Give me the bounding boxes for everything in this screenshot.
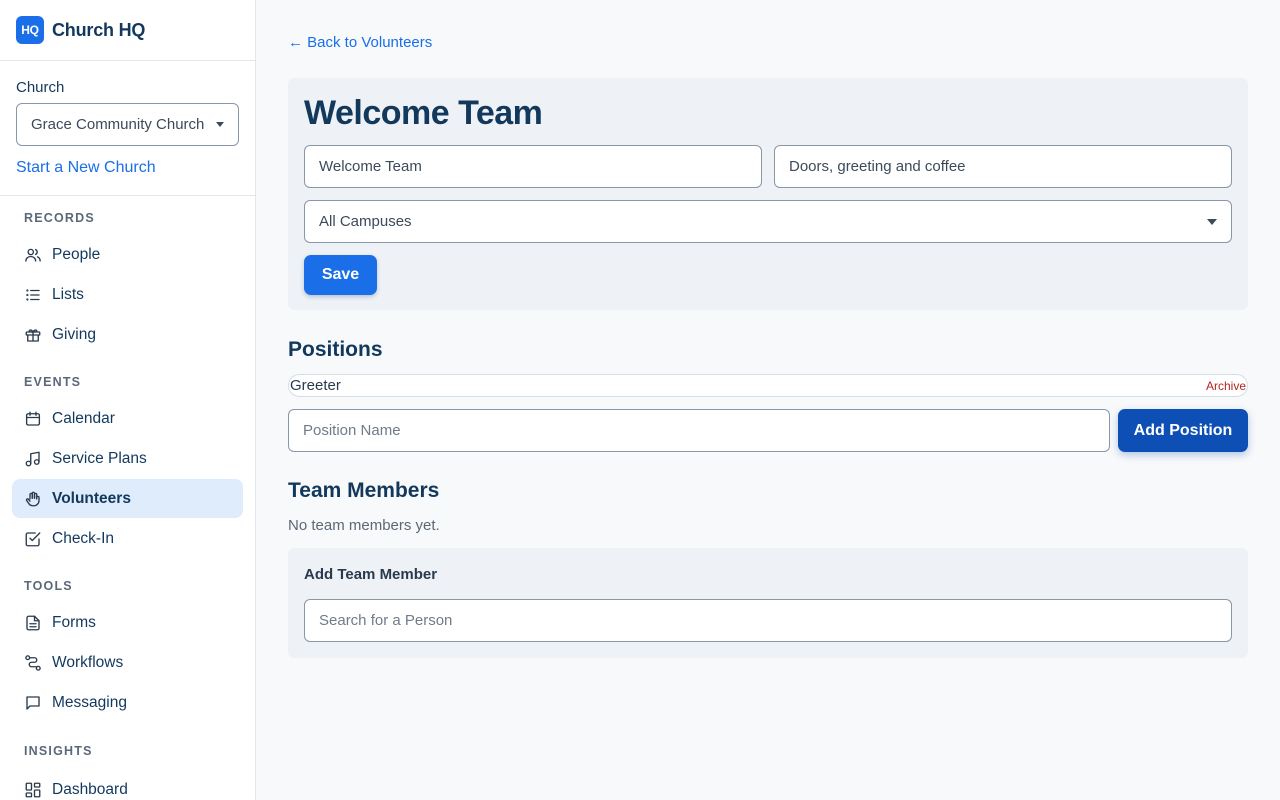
add-position-button[interactable]: Add Position [1118, 409, 1248, 452]
list-icon [24, 286, 42, 304]
back-to-volunteers-link[interactable]: ← Back to Volunteers [288, 34, 432, 51]
team-members-empty-text: No team members yet. [288, 517, 440, 534]
start-new-church-link[interactable]: Start a New Church [16, 159, 239, 177]
team-description-input[interactable]: Doors, greeting and coffee [774, 145, 1232, 188]
document-icon [24, 614, 42, 632]
main-content: ← Back to Volunteers Welcome Team Welcom… [288, 0, 1248, 800]
brand: HQ Church HQ [0, 0, 255, 61]
brand-logo: HQ [16, 16, 44, 44]
sidebar-item-label: Service Plans [52, 449, 147, 467]
positions-heading: Positions [288, 338, 383, 361]
sidebar-item-forms[interactable]: Forms [12, 603, 243, 642]
church-select[interactable]: Grace Community Church [16, 103, 239, 146]
gift-icon [24, 326, 42, 344]
person-search-input[interactable]: Search for a Person [304, 599, 1232, 642]
sidebar-item-label: Lists [52, 285, 84, 303]
sidebar-item-label: People [52, 245, 101, 263]
sidebar-nav: RECORDS People Lists Giving EVENTS Calen… [0, 210, 255, 800]
chevron-down-icon [1207, 219, 1217, 225]
position-name: Greeter [290, 377, 341, 394]
archive-position-link[interactable]: Archive [1206, 379, 1246, 393]
campus-select[interactable]: All Campuses [304, 200, 1232, 243]
calendar-icon [24, 410, 42, 428]
sidebar-item-volunteers[interactable]: Volunteers [12, 479, 243, 518]
position-name-input[interactable]: Position Name [288, 409, 1110, 452]
sidebar-item-label: Forms [52, 613, 96, 631]
team-members-heading: Team Members [288, 479, 440, 502]
save-button[interactable]: Save [304, 255, 377, 295]
position-row: Greeter Archive [288, 374, 1248, 397]
sidebar-item-workflows[interactable]: Workflows [12, 643, 243, 682]
message-icon [24, 694, 42, 712]
workflow-icon [24, 654, 42, 672]
sidebar-item-calendar[interactable]: Calendar [12, 399, 243, 438]
sidebar-item-giving[interactable]: Giving [12, 315, 243, 354]
sidebar-item-people[interactable]: People [12, 235, 243, 274]
team-name-input[interactable]: Welcome Team [304, 145, 762, 188]
check-square-icon [24, 530, 42, 548]
nav-heading-events: EVENTS [24, 375, 82, 389]
nav-heading-tools: TOOLS [24, 579, 73, 593]
sidebar-item-check-in[interactable]: Check-In [12, 519, 243, 558]
hand-icon [24, 490, 42, 508]
campus-select-value: All Campuses [319, 213, 412, 230]
music-note-icon [24, 450, 42, 468]
sidebar-item-label: Calendar [52, 409, 115, 427]
sidebar-item-label: Workflows [52, 653, 124, 671]
nav-heading-insights: INSIGHTS [24, 744, 93, 758]
chevron-down-icon [216, 122, 224, 127]
people-icon [24, 246, 42, 264]
team-edit-card: Welcome Team Welcome Team Doors, greetin… [288, 78, 1248, 310]
sidebar-item-dashboard[interactable]: Dashboard [12, 770, 243, 800]
sidebar-item-lists[interactable]: Lists [12, 275, 243, 314]
church-label: Church [16, 79, 65, 96]
sidebar: HQ Church HQ Church Grace Community Chur… [0, 0, 256, 800]
sidebar-item-label: Messaging [52, 693, 127, 711]
dashboard-icon [24, 781, 42, 799]
sidebar-item-label: Dashboard [52, 780, 128, 798]
sidebar-item-messaging[interactable]: Messaging [12, 683, 243, 722]
church-select-value: Grace Community Church [31, 116, 205, 133]
page-title: Welcome Team [304, 94, 543, 132]
church-picker: Church Grace Community Church Start a Ne… [0, 61, 255, 196]
sidebar-item-service-plans[interactable]: Service Plans [12, 439, 243, 478]
sidebar-item-label: Check-In [52, 529, 115, 547]
add-team-member-card: Add Team Member Search for a Person [288, 548, 1248, 658]
sidebar-item-label: Volunteers [52, 489, 131, 507]
sidebar-item-label: Giving [52, 325, 96, 343]
brand-name: Church HQ [52, 19, 146, 40]
nav-heading-records: RECORDS [24, 211, 95, 225]
add-team-member-title: Add Team Member [304, 566, 438, 583]
